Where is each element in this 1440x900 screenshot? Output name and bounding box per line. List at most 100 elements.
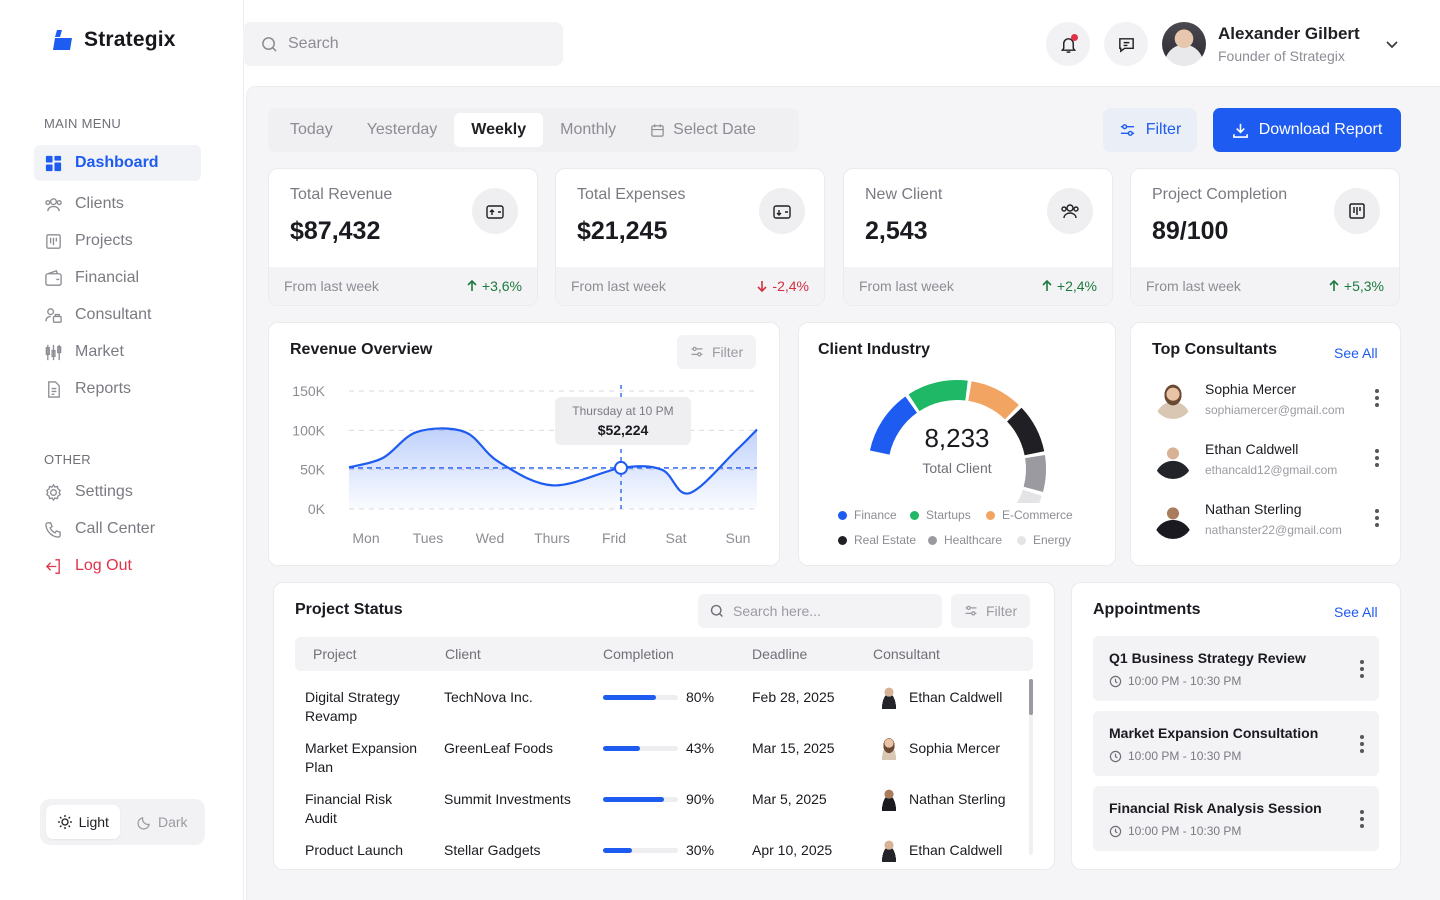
appointment-item[interactable]: Market Expansion Consultation 10:00 PM -…	[1093, 711, 1379, 776]
select-date-button[interactable]: Select Date	[633, 113, 773, 147]
search-input[interactable]: Search	[243, 22, 563, 66]
select-date-label: Select Date	[673, 121, 756, 138]
clock-icon	[1109, 675, 1122, 687]
revenue-overview-card: Revenue Overview Filter 150K 100K 50K 0K Mon…	[268, 322, 780, 566]
more-options-icon[interactable]	[1375, 509, 1379, 527]
wallet-in-icon	[472, 188, 518, 234]
theme-light-option[interactable]: Light	[46, 805, 120, 839]
progress-bar	[603, 746, 678, 751]
more-options-icon[interactable]	[1360, 735, 1364, 753]
filter-button[interactable]: Filter	[1103, 108, 1197, 152]
appointment-time: 10:00 PM - 10:30 PM	[1109, 749, 1241, 763]
sidebar-item-clients[interactable]: Clients	[34, 186, 201, 222]
more-options-icon[interactable]	[1375, 449, 1379, 467]
tooltip-value: $52,224	[597, 422, 649, 438]
more-options-icon[interactable]	[1360, 660, 1364, 678]
user-profile[interactable]: Alexander Gilbert Founder of Strategix	[1162, 22, 1360, 66]
kpi-card-new-client: New Client 2,543 From last week +2,4%	[843, 168, 1113, 306]
sidebar-item-market[interactable]: Market	[34, 334, 201, 370]
sun-icon	[57, 815, 72, 829]
consultants-see-all-link[interactable]: See All	[1334, 345, 1378, 361]
legend-swatch	[910, 510, 919, 520]
tab-today[interactable]: Today	[273, 113, 350, 147]
sidebar-item-projects[interactable]: Projects	[34, 223, 201, 259]
y-tick-label: 100K	[292, 422, 325, 438]
table-header: Project Client Completion Deadline Consu…	[295, 637, 1033, 671]
appointment-item[interactable]: Financial Risk Analysis Session 10:00 PM…	[1093, 786, 1379, 851]
chevron-down-icon[interactable]	[1384, 36, 1400, 52]
kpi-delta: -2,4%	[756, 278, 809, 294]
appointment-time-text: 10:00 PM - 10:30 PM	[1128, 674, 1242, 688]
progress-bar	[603, 695, 678, 700]
cell-completion: 43%	[686, 740, 715, 756]
cell-client: Stellar Gadgets	[444, 842, 541, 858]
messages-button[interactable]	[1104, 22, 1148, 66]
tab-weekly[interactable]: Weekly	[454, 113, 544, 147]
download-report-button[interactable]: Download Report	[1213, 108, 1401, 152]
tab-yesterday[interactable]: Yesterday	[350, 113, 455, 147]
kanban-icon	[1334, 188, 1380, 234]
x-tick-label: Sat	[665, 530, 686, 546]
kpi-card-total-expenses: Total Expenses $21,245 From last week -2…	[555, 168, 825, 306]
consultant-item[interactable]: Nathan Sterling nathanster22@gmail.com	[1153, 499, 1342, 539]
more-options-icon[interactable]	[1360, 810, 1364, 828]
legend-item-finance: Finance	[838, 508, 897, 522]
consultant-item[interactable]: Ethan Caldwell ethancald12@gmail.com	[1153, 439, 1337, 479]
sidebar-item-label: Market	[75, 343, 124, 360]
progress-fill	[603, 848, 633, 853]
sidebar-item-reports[interactable]: Reports	[34, 371, 201, 407]
consultant-icon	[45, 307, 62, 323]
industry-gauge-chart[interactable]	[799, 323, 1115, 503]
legend-item-e-commerce: E-Commerce	[986, 508, 1073, 522]
project-filter-button[interactable]: Filter	[951, 594, 1031, 628]
sidebar-item-label: Projects	[75, 232, 133, 249]
revenue-area	[349, 428, 757, 509]
cell-deadline: Feb 28, 2025	[752, 689, 835, 705]
logout-icon	[45, 558, 60, 574]
consultant-item[interactable]: Sophia Mercer sophiamercer@gmail.com	[1153, 379, 1345, 419]
moon-icon	[137, 816, 150, 830]
column-header-consultant[interactable]: Consultant	[873, 646, 940, 662]
scrollbar-thumb[interactable]	[1029, 679, 1033, 715]
theme-dark-option[interactable]: Dark	[126, 805, 200, 839]
consultant-email: ethancald12@gmail.com	[1205, 463, 1338, 477]
kpi-delta-value: -2,4%	[772, 278, 809, 294]
kpi-title: Total Revenue	[290, 186, 393, 203]
column-header-completion[interactable]: Completion	[603, 646, 674, 662]
progress-fill	[603, 797, 664, 802]
other-menu-heading: OTHER	[44, 452, 91, 467]
column-header-client[interactable]: Client	[445, 646, 481, 662]
sidebar-item-label: Clients	[75, 195, 124, 212]
tab-monthly[interactable]: Monthly	[543, 113, 633, 147]
sidebar-item-settings[interactable]: Settings	[34, 474, 201, 510]
theme-dark-label: Dark	[157, 814, 188, 830]
cell-consultant: Ethan Caldwell	[909, 842, 1003, 858]
column-header-project[interactable]: Project	[313, 646, 357, 662]
gauge-segment	[908, 380, 968, 412]
chart-tooltip: Thursday at 10 PM $52,224	[555, 397, 691, 445]
notifications-button[interactable]	[1046, 22, 1090, 66]
table-scrollbar[interactable]	[1029, 679, 1033, 855]
appointment-item[interactable]: Q1 Business Strategy Review 10:00 PM - 1…	[1093, 636, 1379, 701]
sidebar-item-dashboard[interactable]: Dashboard	[34, 145, 201, 181]
sidebar-item-call-center[interactable]: Call Center	[34, 511, 201, 547]
more-options-icon[interactable]	[1375, 389, 1379, 407]
appointment-time: 10:00 PM - 10:30 PM	[1109, 674, 1241, 688]
column-header-deadline[interactable]: Deadline	[752, 646, 807, 662]
kpi-title: Total Expenses	[577, 186, 686, 203]
appointments-see-all-link[interactable]: See All	[1334, 604, 1378, 620]
sidebar-item-consultant[interactable]: Consultant	[34, 297, 201, 333]
project-search-input[interactable]: Search here...	[698, 594, 942, 628]
legend-swatch	[928, 535, 937, 545]
sidebar-item-financial[interactable]: Financial	[34, 260, 201, 296]
project-status-card: Project Status Search here... Filter Pro…	[273, 582, 1055, 870]
sidebar-item-log-out[interactable]: Log Out	[34, 548, 201, 584]
chat-icon	[1118, 37, 1134, 53]
report-icon	[48, 380, 60, 398]
arrow-down-icon	[757, 281, 767, 292]
highlight-point	[614, 460, 628, 475]
legend-label: Startups	[926, 508, 971, 522]
revenue-chart[interactable]: 150K 100K 50K 0K Mon Tues Wed Thurs Frid Sat Sun	[269, 323, 779, 565]
download-label: Download Report	[1258, 121, 1383, 138]
brand-logo[interactable]: Strategix	[52, 28, 176, 52]
